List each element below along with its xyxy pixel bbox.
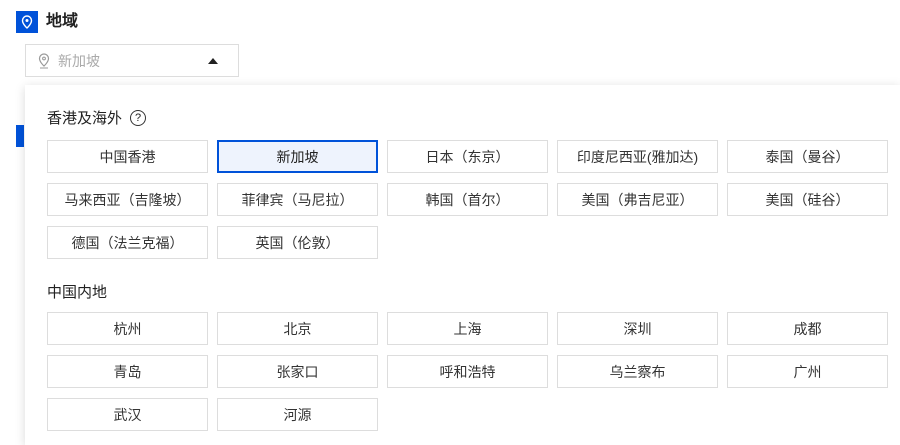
region-select[interactable]: 新加坡 [25, 44, 239, 77]
region-option[interactable]: 广州 [727, 355, 888, 388]
region-option[interactable]: 印度尼西亚(雅加达) [557, 140, 718, 173]
region-option[interactable]: 日本（东京） [387, 140, 548, 173]
location-icon [16, 125, 24, 147]
region-dropdown: 香港及海外? 中国香港 新加坡 日本（东京） 印度尼西亚(雅加达) 泰国（曼谷） 马来西亚… [25, 85, 900, 445]
region-option[interactable]: 泰国（曼谷） [727, 140, 888, 173]
region-option[interactable]: 中国香港 [47, 140, 208, 173]
region-option[interactable]: 菲律宾（马尼拉） [217, 183, 378, 216]
section-heading: 中国内地 [47, 284, 108, 301]
region-option[interactable]: 青岛 [47, 355, 208, 388]
region-option[interactable]: 成都 [727, 312, 888, 345]
mainland-grid: 杭州 北京 上海 深圳 成都青岛 张家口 呼和浩特 乌兰察布 广州武汉 河源 [47, 312, 888, 431]
region-option[interactable]: 呼和浩特 [387, 355, 548, 388]
location-pin-icon [38, 52, 50, 68]
region-option[interactable]: 德国（法兰克福） [47, 226, 208, 259]
help-icon[interactable]: ? [130, 109, 147, 126]
section-overseas: 香港及海外? [47, 107, 147, 128]
region-option[interactable]: 马来西亚（吉隆坡） [47, 183, 208, 216]
caret-up-icon [208, 58, 218, 64]
region-option[interactable]: 北京 [217, 312, 378, 345]
region-option[interactable]: 美国（弗吉尼亚） [557, 183, 718, 216]
region-option[interactable]: 新加坡 [217, 140, 378, 173]
region-option[interactable]: 乌兰察布 [557, 355, 718, 388]
region-option[interactable]: 上海 [387, 312, 548, 345]
section-title: 地域 [46, 13, 79, 30]
region-option[interactable]: 河源 [217, 398, 378, 431]
region-option[interactable]: 英国（伦敦） [217, 226, 378, 259]
region-option[interactable]: 武汉 [47, 398, 208, 431]
overseas-grid: 中国香港 新加坡 日本（东京） 印度尼西亚(雅加达) 泰国（曼谷） 马来西亚（吉隆坡） 菲律… [47, 140, 888, 259]
section-heading: 香港及海外 [47, 110, 123, 127]
select-value: 新加坡 [58, 52, 100, 69]
region-option[interactable]: 韩国（首尔） [387, 183, 548, 216]
section-mainland: 中国内地 [47, 281, 107, 302]
region-option[interactable]: 张家口 [217, 355, 378, 388]
region-option[interactable]: 杭州 [47, 312, 208, 345]
region-option[interactable]: 深圳 [557, 312, 718, 345]
region-option[interactable]: 美国（硅谷） [727, 183, 888, 216]
location-icon [16, 11, 38, 33]
